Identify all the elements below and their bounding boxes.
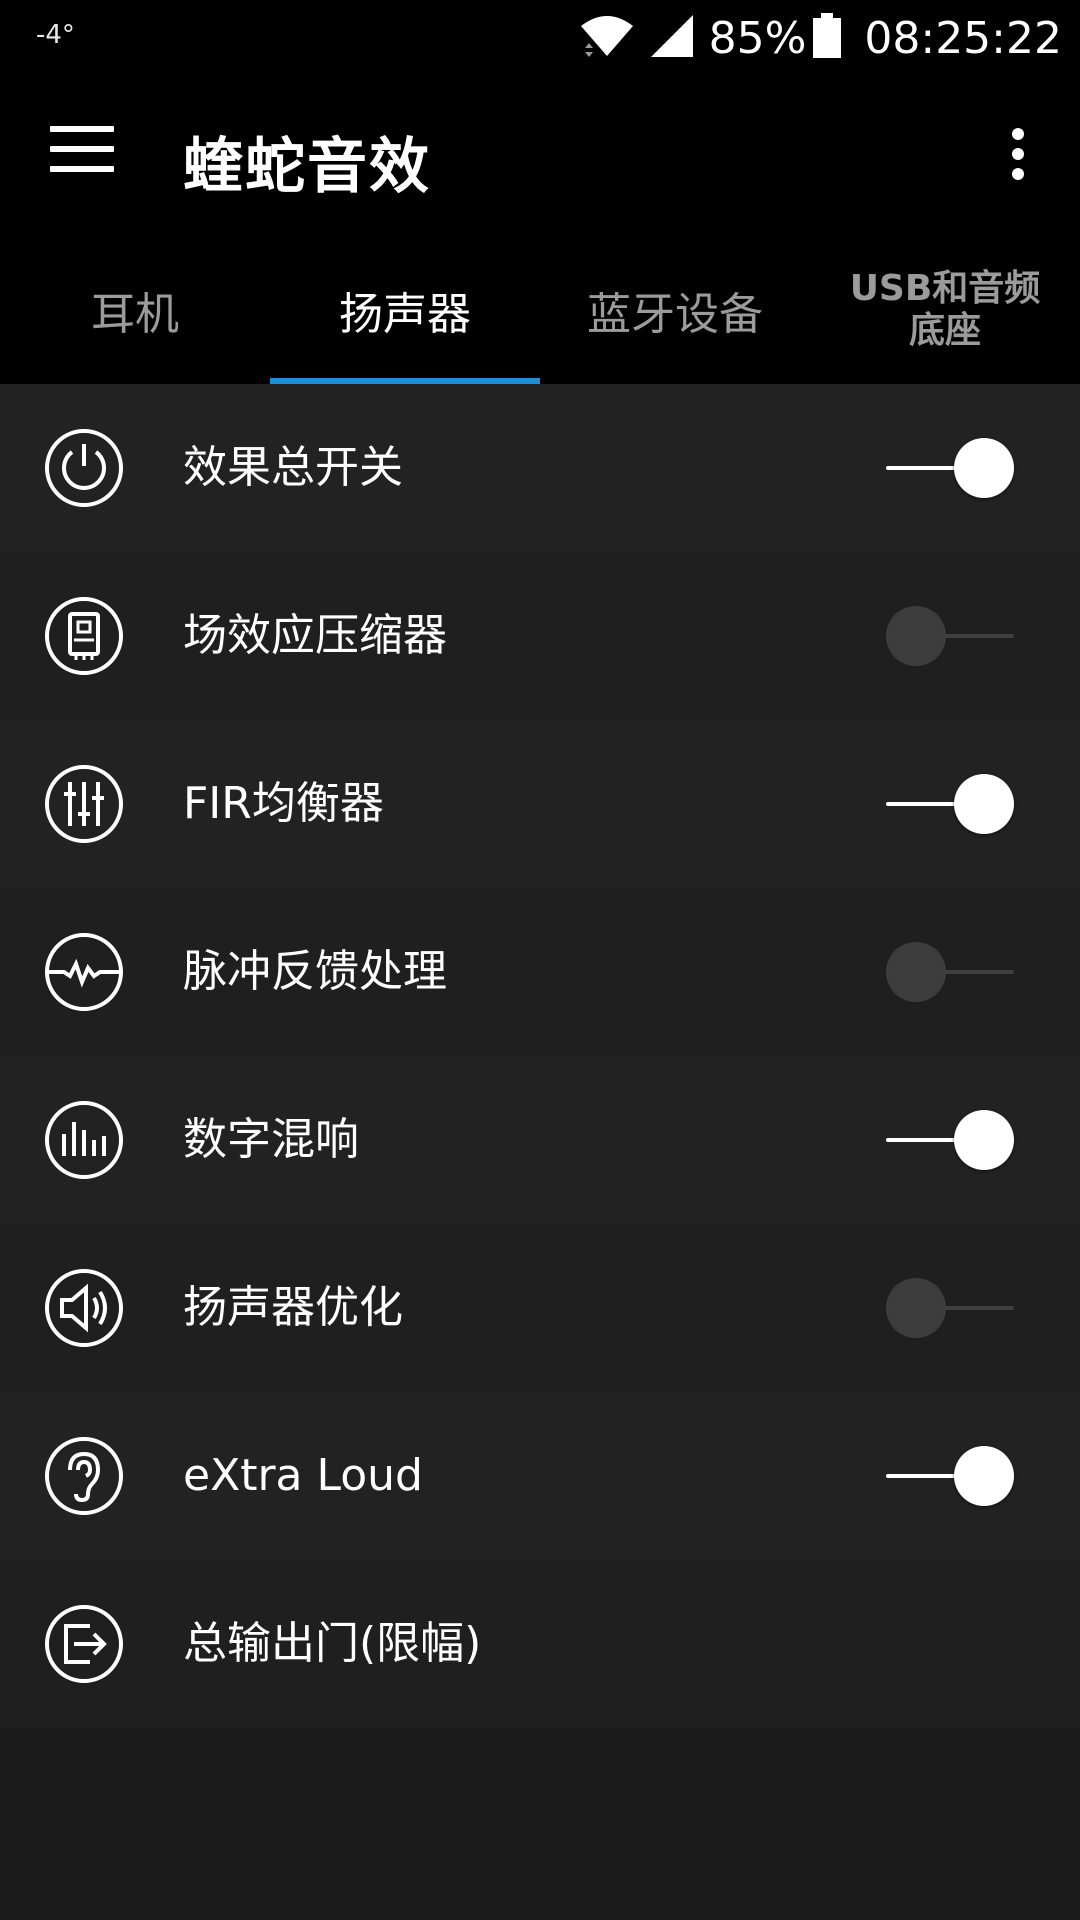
item-label: 脉冲反馈处理 (183, 946, 447, 997)
list-item-compressor[interactable]: 场效应压缩器 (0, 552, 1080, 720)
item-label: 总输出门(限幅) (183, 1618, 482, 1669)
device-tabs: 耳机 扬声器 蓝牙设备 USB和音频 底座 (0, 236, 1080, 384)
tab-label: USB和音频 底座 (849, 268, 1041, 351)
output-gate-icon (44, 1604, 124, 1684)
battery-percent: 85% (708, 12, 807, 64)
list-item-output-gate[interactable]: 总输出门(限幅) (0, 1560, 1080, 1728)
item-label: 数字混响 (183, 1114, 359, 1165)
tab-label: 蓝牙设备 (587, 289, 763, 340)
compressor-toggle[interactable] (886, 606, 1016, 666)
item-label: FIR均衡器 (183, 778, 384, 829)
speaker-optimization-toggle[interactable] (886, 1278, 1016, 1338)
speaker-icon (44, 1268, 124, 1348)
cell-signal-icon (649, 13, 695, 63)
temperature-indicator: -4° (36, 20, 75, 50)
fir-equalizer-toggle[interactable] (886, 774, 1016, 834)
list-item-pulse-feedback[interactable]: 脉冲反馈处理 (0, 888, 1080, 1056)
status-bar: -4° 85% 08:25:22 (0, 0, 1080, 76)
reverb-bars-icon (44, 1100, 124, 1180)
list-item-fir-equalizer[interactable]: FIR均衡器 (0, 720, 1080, 888)
item-label: 效果总开关 (183, 442, 403, 493)
tab-label: 耳机 (91, 289, 179, 340)
item-label: eXtra Loud (183, 1450, 423, 1501)
app-bar: 蝰蛇音效 (0, 76, 1080, 236)
tab-bluetooth[interactable]: 蓝牙设备 (540, 236, 810, 384)
pulse-wave-icon (44, 932, 124, 1012)
app-title: 蝰蛇音效 (183, 132, 431, 202)
master-switch-toggle[interactable] (886, 438, 1016, 498)
compressor-icon (44, 596, 124, 676)
pulse-feedback-toggle[interactable] (886, 942, 1016, 1002)
digital-reverb-toggle[interactable] (886, 1110, 1016, 1170)
tab-label: 扬声器 (339, 289, 471, 340)
ear-icon (44, 1436, 124, 1516)
menu-icon[interactable] (50, 126, 114, 186)
list-item-speaker-optimization[interactable]: 扬声器优化 (0, 1224, 1080, 1392)
tab-usb-dock[interactable]: USB和音频 底座 (810, 236, 1080, 384)
extra-loud-toggle[interactable] (886, 1446, 1016, 1506)
overflow-menu-icon[interactable] (1006, 128, 1030, 188)
tab-headphones[interactable]: 耳机 (0, 236, 270, 384)
list-item-master-switch[interactable]: 效果总开关 (0, 384, 1080, 552)
battery-icon (812, 13, 842, 63)
list-item-digital-reverb[interactable]: 数字混响 (0, 1056, 1080, 1224)
clock: 08:25:22 (864, 12, 1062, 64)
item-label: 扬声器优化 (183, 1282, 403, 1333)
power-icon (44, 428, 124, 508)
wifi-icon (579, 12, 635, 64)
effects-list: 效果总开关 场效应压缩器 FIR均衡器 脉冲反馈处理 数字混响 扬声器优化 eX… (0, 384, 1080, 1728)
equalizer-sliders-icon (44, 764, 124, 844)
tab-speaker[interactable]: 扬声器 (270, 236, 540, 384)
item-label: 场效应压缩器 (183, 610, 447, 661)
status-icons: 85% 08:25:22 (579, 10, 1062, 66)
list-item-extra-loud[interactable]: eXtra Loud (0, 1392, 1080, 1560)
